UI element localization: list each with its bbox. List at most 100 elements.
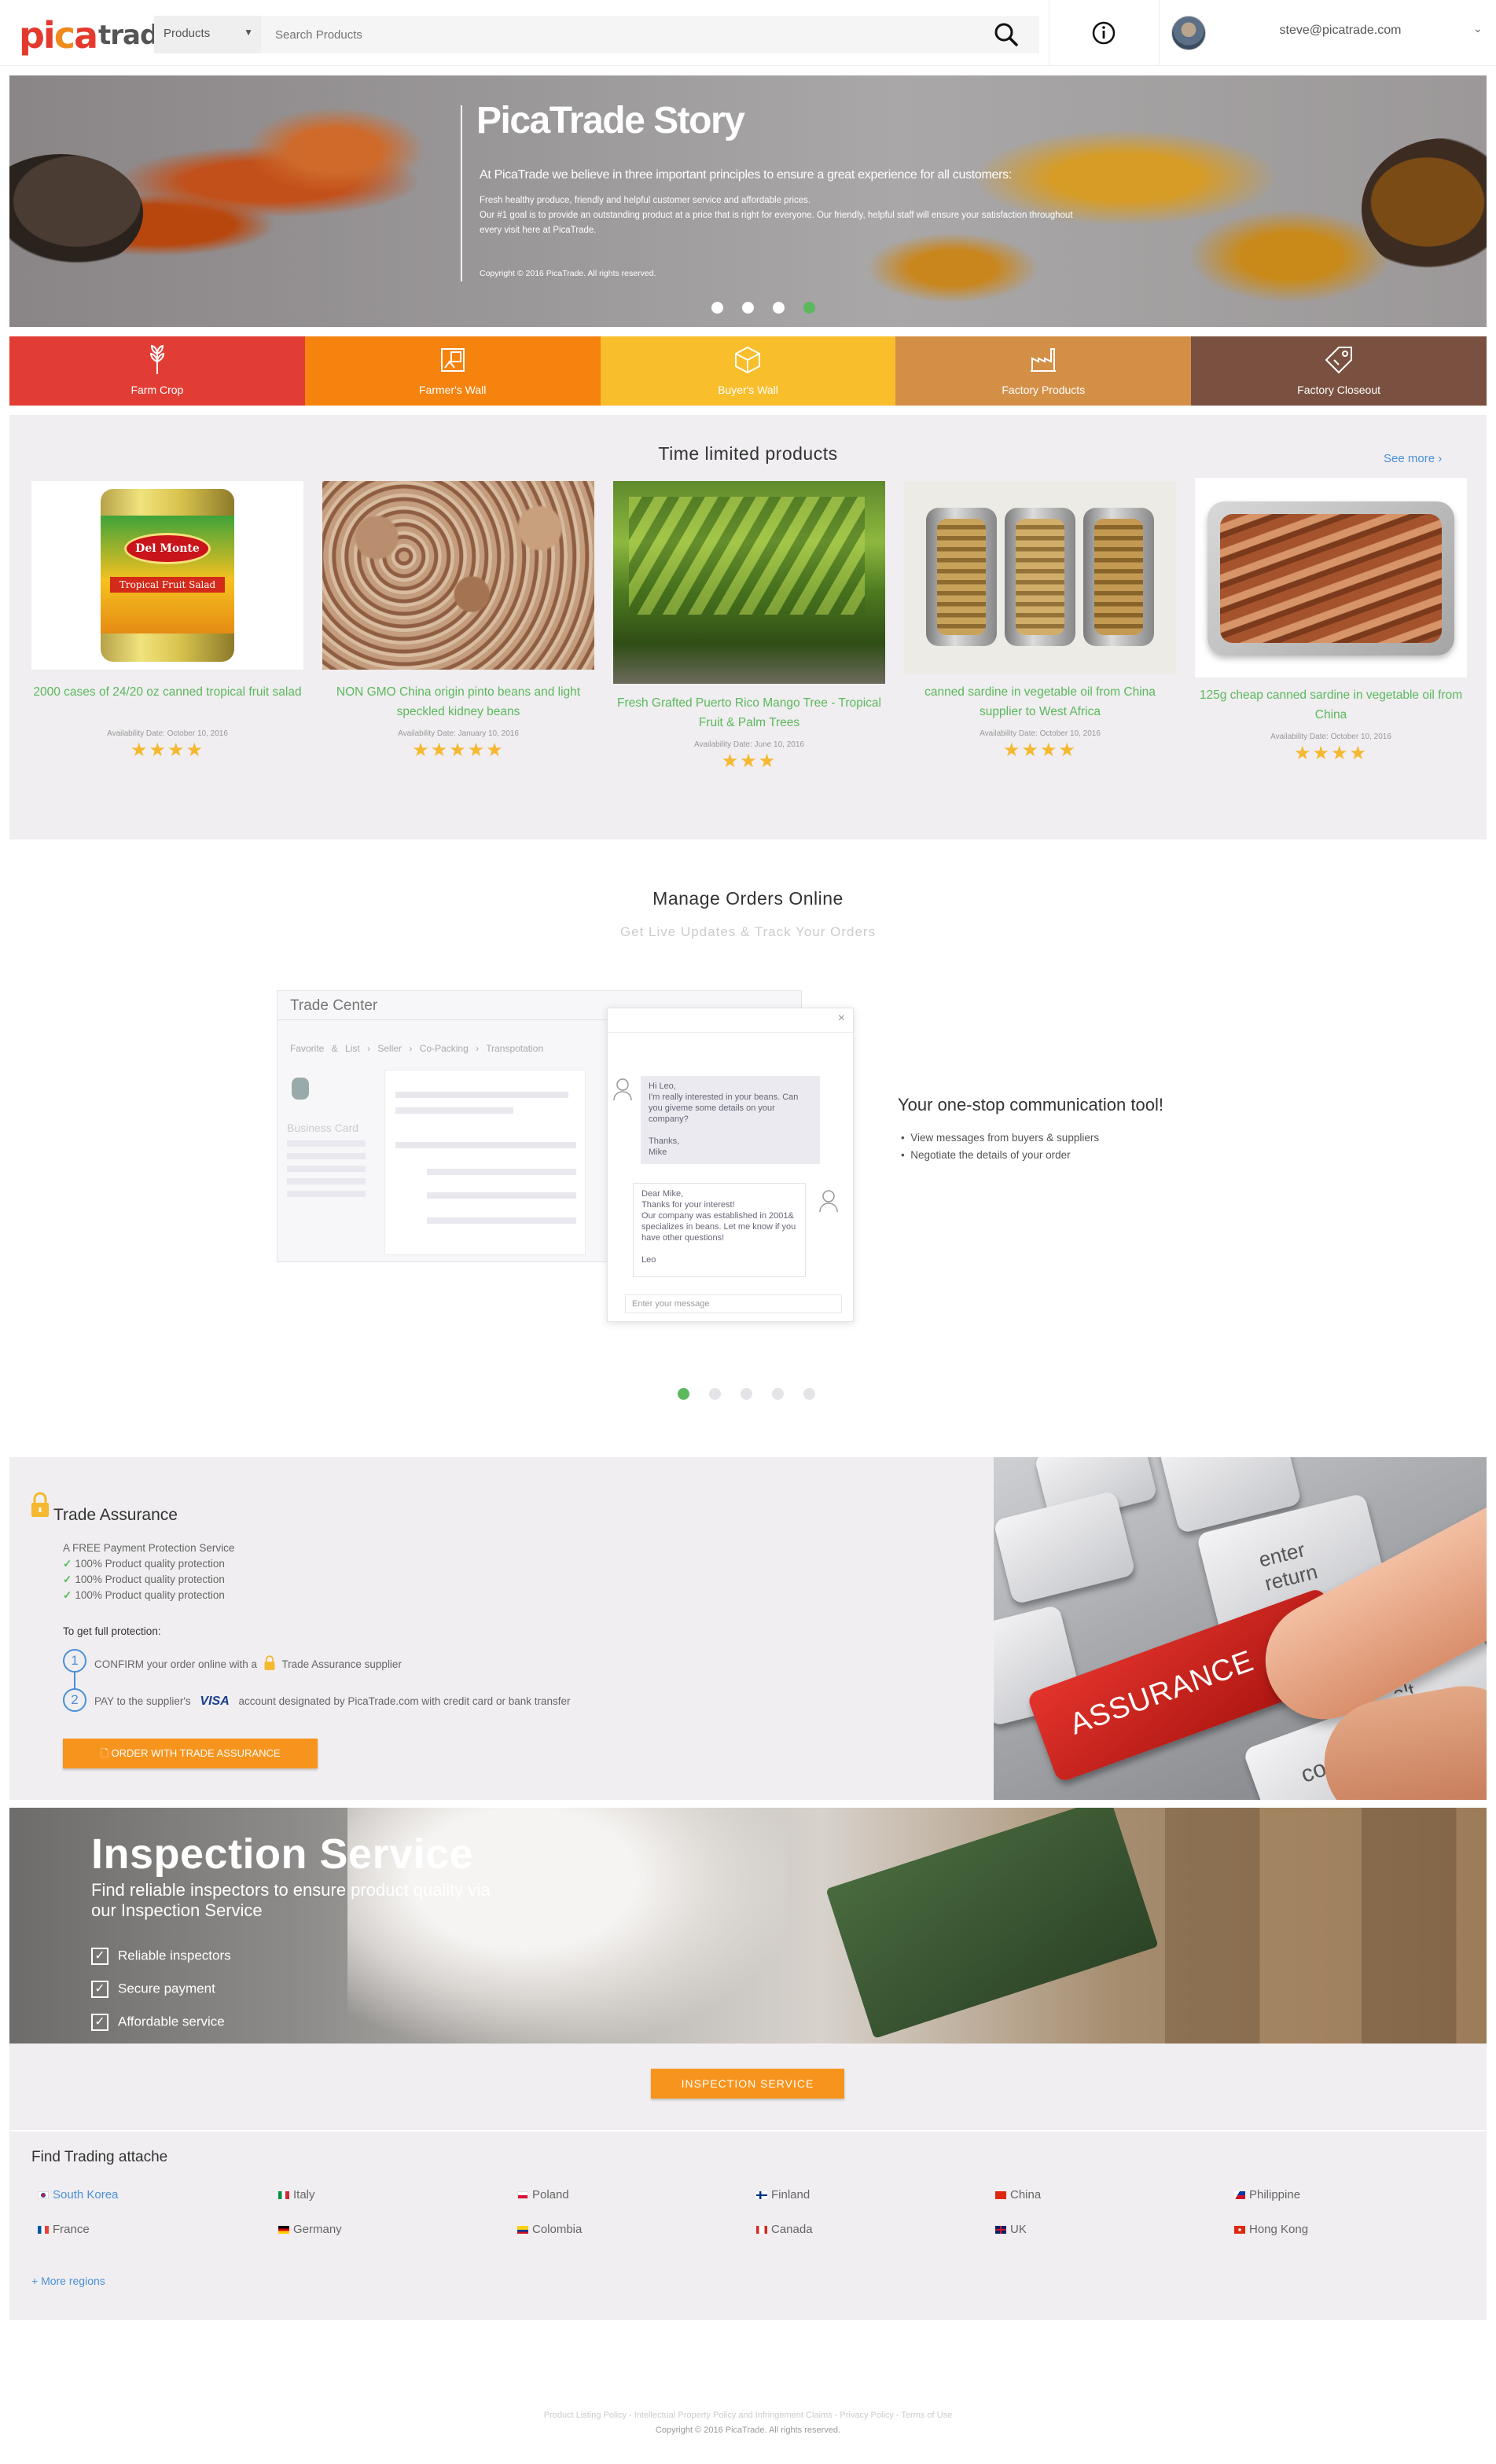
product-card[interactable]: Fresh Grafted Puerto Rico Mango Tree - T… bbox=[613, 481, 885, 772]
tool-list-item: • View messages from buyers & suppliers bbox=[901, 1132, 1100, 1144]
product-card[interactable]: NON GMO China origin pinto beans and lig… bbox=[322, 481, 594, 761]
category-buyers-wall[interactable]: Buyer's Wall bbox=[600, 336, 896, 406]
more-regions-link[interactable]: + More regions bbox=[31, 2275, 105, 2287]
chevron-down-icon[interactable]: ⌄ bbox=[1473, 22, 1483, 35]
product-name[interactable]: 125g cheap canned sardine in vegetable o… bbox=[1195, 685, 1467, 725]
region-canada[interactable]: Canada bbox=[756, 2223, 813, 2236]
carousel-dot[interactable] bbox=[773, 302, 785, 314]
region-germany[interactable]: Germany bbox=[278, 2223, 342, 2236]
chat-window: × Hi Leo, I'm really interested in your … bbox=[607, 1008, 854, 1322]
close-icon[interactable]: × bbox=[838, 1012, 845, 1026]
region-name: France bbox=[53, 2223, 90, 2236]
divider bbox=[608, 1032, 853, 1033]
check-icon: ✓ bbox=[63, 1589, 72, 1601]
search-icon[interactable] bbox=[994, 22, 1019, 47]
flag-icon bbox=[517, 2226, 528, 2234]
region-name: UK bbox=[1010, 2223, 1027, 2236]
check-icon: ✓ bbox=[63, 1558, 72, 1570]
key-label: ASSURANCE bbox=[1065, 1644, 1259, 1742]
tool-title: Your one-stop communication tool! bbox=[898, 1095, 1163, 1114]
see-more-link[interactable]: See more › bbox=[1384, 452, 1442, 465]
product-image[interactable] bbox=[1195, 478, 1467, 678]
tc-nav-item: Co-Packing bbox=[419, 1043, 469, 1054]
placeholder-bar bbox=[395, 1142, 576, 1148]
step-1-label: CONFIRM your order online with a bbox=[94, 1658, 258, 1670]
region-name: Colombia bbox=[532, 2223, 583, 2236]
feature-text: Reliable inspectors bbox=[118, 1948, 231, 1963]
sardine-tin bbox=[1207, 501, 1454, 655]
warehouse-boxes bbox=[1165, 1808, 1487, 2044]
picatrade-logo[interactable]: picatrade bbox=[19, 14, 176, 57]
product-name[interactable]: canned sardine in vegetable oil from Chi… bbox=[904, 682, 1176, 722]
region-italy[interactable]: Italy bbox=[278, 2188, 315, 2201]
full-protection-label: To get full protection: bbox=[63, 1625, 161, 1637]
product-card[interactable]: Del Monte Tropical Fruit Salad 2000 case… bbox=[31, 481, 303, 761]
top-header: picatrade Products ▼ steve@picatrade.com… bbox=[0, 0, 1496, 66]
category-factory-products[interactable]: Factory Products bbox=[895, 336, 1192, 406]
carousel-dot[interactable] bbox=[803, 1388, 815, 1400]
region-colombia[interactable]: Colombia bbox=[517, 2223, 582, 2236]
carousel-dot[interactable] bbox=[709, 1388, 721, 1400]
category-factory-closeout[interactable]: Factory Closeout bbox=[1191, 336, 1487, 406]
hero-pagination bbox=[711, 302, 815, 314]
region-name: Germany bbox=[293, 2223, 342, 2236]
inspection-service-button[interactable]: INSPECTION SERVICE bbox=[651, 2069, 844, 2099]
can-label-text: Tropical Fruit Salad bbox=[110, 577, 225, 593]
rating-stars: ★★★★ bbox=[1293, 743, 1369, 764]
checkbox-icon: ✓ bbox=[91, 1981, 108, 1998]
carousel-dot-active[interactable] bbox=[803, 302, 815, 314]
chat-message-input[interactable]: Enter your message bbox=[625, 1294, 842, 1313]
user-icon bbox=[819, 1190, 838, 1213]
step-1-text: CONFIRM your order online with a Trade A… bbox=[94, 1655, 402, 1671]
product-card[interactable]: 125g cheap canned sardine in vegetable o… bbox=[1195, 478, 1467, 764]
rating-stars: ★★★ bbox=[721, 751, 777, 772]
info-icon[interactable] bbox=[1091, 20, 1116, 46]
carousel-dot[interactable] bbox=[742, 302, 754, 314]
product-image[interactable]: Del Monte Tropical Fruit Salad bbox=[31, 481, 303, 670]
region-philippine[interactable]: Philippine bbox=[1234, 2188, 1300, 2201]
carousel-dot[interactable] bbox=[741, 1388, 752, 1400]
region-china[interactable]: China bbox=[995, 2188, 1041, 2201]
availability-date: Availability Date: October 10, 2016 bbox=[980, 729, 1101, 738]
search-input[interactable] bbox=[269, 16, 976, 53]
region-hong-kong[interactable]: Hong Kong bbox=[1234, 2223, 1308, 2236]
product-name[interactable]: NON GMO China origin pinto beans and lig… bbox=[322, 682, 594, 722]
inspection-subtitle: Find reliable inspectors to ensure produ… bbox=[91, 1880, 491, 1920]
keyboard-key bbox=[994, 1490, 1136, 1605]
user-avatar[interactable] bbox=[1171, 16, 1206, 50]
placeholder-bar bbox=[427, 1169, 576, 1175]
product-image[interactable] bbox=[322, 481, 594, 670]
region-uk[interactable]: UK bbox=[995, 2223, 1027, 2236]
protection-item: ✓ 100% Product quality protection bbox=[63, 1589, 225, 1602]
product-card[interactable]: canned sardine in vegetable oil from Chi… bbox=[904, 481, 1176, 761]
carousel-dot[interactable] bbox=[772, 1388, 784, 1400]
footer-links[interactable]: Product Listing Policy - Intellectual Pr… bbox=[0, 2411, 1496, 2420]
time-limited-section: Time limited products See more › Del Mon… bbox=[9, 415, 1487, 839]
placeholder-bar bbox=[287, 1140, 366, 1147]
order-trade-assurance-button[interactable]: 🗋 ORDER WITH TRADE ASSURANCE bbox=[63, 1739, 318, 1768]
category-farm-crop[interactable]: Farm Crop bbox=[9, 336, 305, 406]
clipboard bbox=[825, 1808, 1159, 2039]
product-name[interactable]: Fresh Grafted Puerto Rico Mango Tree - T… bbox=[613, 693, 885, 733]
region-name: Hong Kong bbox=[1249, 2223, 1309, 2236]
region-name: Canada bbox=[771, 2223, 813, 2236]
placeholder-bar bbox=[427, 1192, 576, 1199]
region-south-korea[interactable]: South Korea bbox=[38, 2188, 118, 2201]
carousel-dot-active[interactable] bbox=[678, 1388, 689, 1400]
region-poland[interactable]: Poland bbox=[517, 2188, 569, 2201]
availability-date: Availability Date: October 10, 2016 bbox=[107, 729, 228, 738]
user-email[interactable]: steve@picatrade.com bbox=[1242, 24, 1439, 38]
carousel-dot[interactable] bbox=[711, 302, 723, 314]
category-select[interactable]: Products ▼ bbox=[154, 16, 261, 53]
tag-icon bbox=[1325, 347, 1353, 374]
product-image[interactable] bbox=[613, 481, 885, 684]
button-label: ORDER WITH TRADE ASSURANCE bbox=[111, 1747, 281, 1759]
product-name[interactable]: 2000 cases of 24/20 oz canned tropical f… bbox=[31, 682, 303, 702]
product-image[interactable] bbox=[904, 481, 1176, 674]
category-label: Buyer's Wall bbox=[718, 384, 778, 396]
region-finland[interactable]: Finland bbox=[756, 2188, 810, 2201]
region-france[interactable]: France bbox=[38, 2223, 90, 2236]
category-farmers-wall[interactable]: Farmer's Wall bbox=[304, 336, 601, 406]
sauce-splash bbox=[245, 107, 426, 193]
wall-poster-icon bbox=[440, 348, 465, 372]
